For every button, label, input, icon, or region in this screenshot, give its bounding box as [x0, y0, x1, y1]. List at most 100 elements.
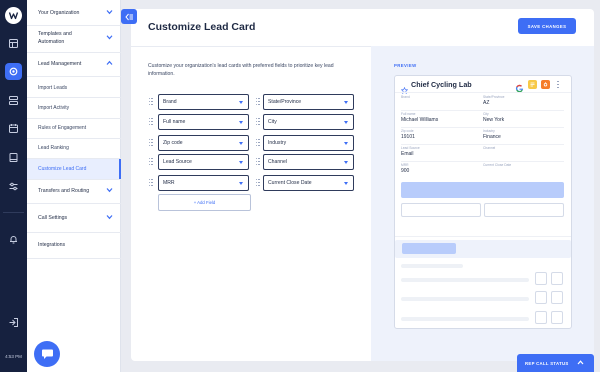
- sidebar-group-lead-management[interactable]: Lead Management: [27, 53, 121, 75]
- routing-icon[interactable]: [5, 178, 22, 195]
- skeleton-line: [401, 297, 529, 301]
- rep-call-status-button[interactable]: REP CALL STATUS: [517, 354, 594, 372]
- chat-bubble-icon: [41, 349, 53, 359]
- field-select-right[interactable]: Channel: [263, 154, 354, 170]
- select-value: Current Close Date: [268, 180, 312, 186]
- page-description: Customize your organization's lead cards…: [148, 63, 334, 77]
- save-changes-button[interactable]: SAVE CHANGES: [518, 18, 576, 34]
- caret-down-icon: [239, 161, 243, 164]
- skeleton-box: [535, 311, 547, 324]
- field-select-left[interactable]: Lead Source: [158, 154, 249, 170]
- caret-down-icon: [239, 142, 243, 145]
- chevron-down-icon: [106, 34, 113, 43]
- card-field-label: Brand: [401, 95, 410, 99]
- settings-icon[interactable]: [5, 63, 22, 80]
- sidebar-group-integrations[interactable]: Integrations: [27, 233, 121, 257]
- card-row-divider: [401, 161, 564, 162]
- more-icon[interactable]: [556, 80, 560, 89]
- google-icon[interactable]: [515, 80, 524, 93]
- sidebar-item-import-leads[interactable]: Import Leads: [27, 78, 121, 98]
- calendar-icon[interactable]: [5, 120, 22, 137]
- bell-icon[interactable]: [5, 231, 22, 248]
- card-field-label: Lead Source: [401, 146, 420, 150]
- sidebar-divider: [27, 258, 121, 259]
- field-select-left[interactable]: Brand: [158, 94, 249, 110]
- chevron-up-icon: [106, 60, 113, 68]
- sidebar-group-label: Call Settings: [38, 215, 68, 221]
- caret-down-icon: [239, 121, 243, 124]
- drag-handle-icon[interactable]: [256, 179, 260, 186]
- sidebar-divider: [27, 76, 121, 77]
- sidebar-group-label: Transfers and Routing: [38, 188, 90, 194]
- drag-handle-icon[interactable]: [256, 139, 260, 146]
- card-field-label: Zip code: [401, 129, 414, 133]
- caret-down-icon: [344, 161, 348, 164]
- field-select-left[interactable]: MRR: [158, 175, 249, 191]
- logo-icon[interactable]: [5, 7, 22, 24]
- field-select-right[interactable]: State/Province: [263, 94, 354, 110]
- field-select-right[interactable]: Current Close Date: [263, 175, 354, 191]
- drag-handle-icon[interactable]: [256, 98, 260, 105]
- card-field-label: Channel: [483, 146, 496, 150]
- field-select-left[interactable]: Full name: [158, 114, 249, 130]
- drag-handle-icon[interactable]: [149, 118, 153, 125]
- clock-time: 4:53 PM: [5, 354, 22, 359]
- add-field-button[interactable]: + Add Field: [158, 194, 251, 211]
- queue-icon[interactable]: [5, 92, 22, 109]
- card-field-label: City: [483, 112, 489, 116]
- preview-label: PREVIEW: [394, 63, 417, 68]
- sidebar-group-your-organization[interactable]: Your Organization: [27, 0, 121, 25]
- sidebar-item-lead-ranking[interactable]: Lead Ranking: [27, 138, 121, 158]
- card-action-bar: [401, 182, 564, 198]
- card-field-value: 19101: [401, 134, 415, 140]
- skeleton-line: [401, 278, 529, 282]
- card-field-value: Email: [401, 151, 414, 157]
- card-row-divider: [401, 110, 564, 111]
- drag-handle-icon[interactable]: [149, 179, 153, 186]
- sidebar-group-transfers-routing[interactable]: Transfers and Routing: [27, 180, 121, 202]
- chevron-down-icon: [106, 215, 113, 222]
- sidebar-group-call-settings[interactable]: Call Settings: [27, 206, 121, 230]
- logout-icon[interactable]: [5, 314, 22, 331]
- chevron-down-icon: [106, 9, 113, 16]
- select-value: Full name: [163, 119, 186, 125]
- drag-handle-icon[interactable]: [149, 158, 153, 165]
- caret-down-icon: [239, 101, 243, 104]
- card-field-label: Industry: [483, 129, 495, 133]
- collapse-sidebar-button[interactable]: [121, 9, 137, 24]
- card-field-label: Current Close Date: [483, 163, 512, 167]
- sidebar-group-label: Integrations: [38, 242, 66, 248]
- sidebar-group-label: Templates and Automation: [38, 31, 72, 45]
- sidebar-group-templates[interactable]: Templates and Automation: [27, 26, 121, 51]
- caret-down-icon: [344, 182, 348, 185]
- drag-handle-icon[interactable]: [256, 158, 260, 165]
- settings-sidebar: Your Organization Templates and Automati…: [27, 0, 121, 372]
- field-select-left[interactable]: Zip code: [158, 135, 249, 151]
- card-row-divider: [401, 144, 564, 145]
- page-title: Customize Lead Card: [148, 21, 256, 33]
- card-tab-active: [402, 243, 456, 254]
- sidebar-item-customize-lead-card[interactable]: Customize Lead Card: [27, 159, 121, 179]
- select-value: Zip code: [163, 140, 183, 146]
- inbox-icon[interactable]: [5, 35, 22, 52]
- select-value: Brand: [163, 99, 177, 105]
- sidebar-item-import-activity[interactable]: Import Activity: [27, 98, 121, 118]
- card-field-value: New York: [483, 117, 505, 123]
- field-select-right[interactable]: Industry: [263, 135, 354, 151]
- chat-launcher-button[interactable]: [34, 341, 60, 367]
- drag-handle-icon[interactable]: [256, 118, 260, 125]
- hubspot-icon[interactable]: [541, 80, 550, 89]
- select-value: City: [268, 119, 277, 125]
- field-select-right[interactable]: City: [263, 114, 354, 130]
- rep-call-status-label: REP CALL STATUS: [525, 360, 569, 366]
- card-field-value: AZ: [483, 100, 490, 106]
- drag-handle-icon[interactable]: [149, 98, 153, 105]
- note-icon[interactable]: [528, 80, 537, 89]
- book-icon[interactable]: [5, 149, 22, 166]
- drag-handle-icon[interactable]: [149, 139, 153, 146]
- rail-divider: [3, 212, 24, 213]
- icon-rail: 4:53 PM: [0, 0, 27, 372]
- skeleton-line: [401, 264, 463, 268]
- sidebar-group-label: Your Organization: [38, 9, 80, 16]
- sidebar-item-rules-of-engagement[interactable]: Rules of Engagement: [27, 118, 121, 138]
